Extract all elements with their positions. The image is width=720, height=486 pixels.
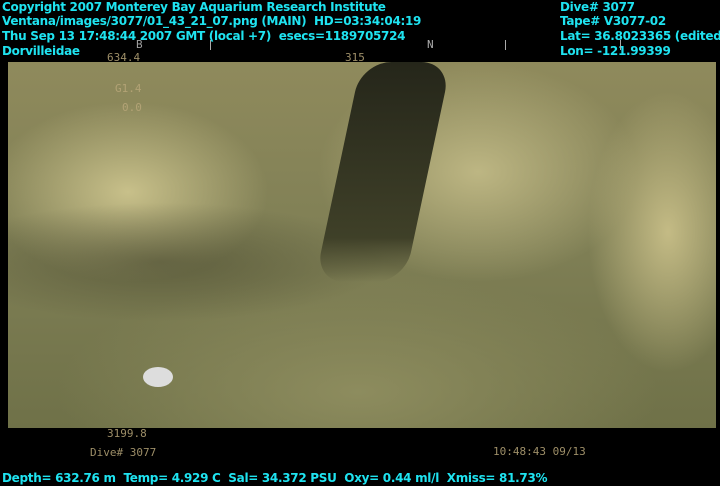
white-object xyxy=(143,367,173,387)
dive-label-video: Dive# 3077 xyxy=(90,446,157,459)
timestamp-video: 10:48:43 09/13 xyxy=(493,445,586,458)
depth-readout-video: 634.4 xyxy=(107,51,141,64)
rock-crevice xyxy=(314,62,452,282)
taxon-label: Dorvilleidae xyxy=(2,44,80,58)
latitude: Lat= 36.8023365 (edited) xyxy=(560,29,720,43)
longitude: Lon= -121.99399 xyxy=(560,44,671,58)
compass-tick xyxy=(620,40,621,50)
ctd-readout: Depth= 632.76 m Temp= 4.929 C Sal= 34.37… xyxy=(2,471,548,485)
datetime-text: Thu Sep 13 17:48:44 2007 GMT (local +7) … xyxy=(2,29,406,43)
video-frame xyxy=(8,62,716,428)
copyright-text: Copyright 2007 Monterey Bay Aquarium Res… xyxy=(2,0,386,14)
bottom-readout-video: 3199.8 xyxy=(107,427,147,440)
compass-tick xyxy=(210,40,211,50)
video-value-2: 0.0 xyxy=(122,101,142,114)
compass-b: B xyxy=(136,38,143,51)
dive-number: Dive# 3077 xyxy=(560,0,635,14)
image-path-text: Ventana/images/3077/01_43_21_07.png (MAI… xyxy=(2,14,422,28)
heading-readout-video: 315 xyxy=(345,51,365,64)
compass-tick xyxy=(505,40,506,50)
compass-n: N xyxy=(427,38,434,51)
video-value-1: G1.4 xyxy=(115,82,142,95)
tape-number: Tape# V3077-02 xyxy=(560,14,666,28)
